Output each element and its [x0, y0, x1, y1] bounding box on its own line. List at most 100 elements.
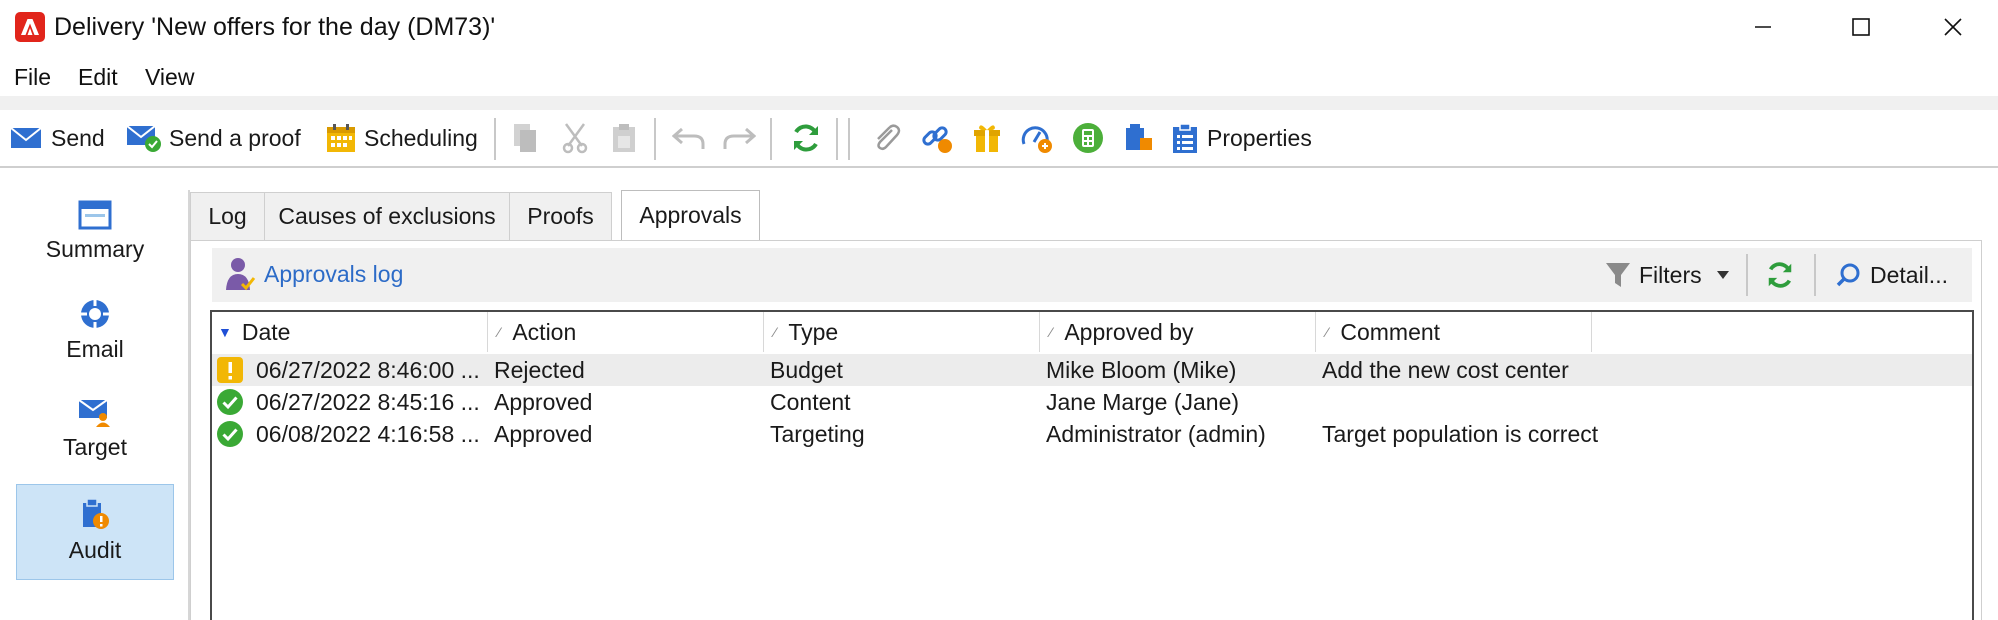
table-row[interactable]: 06/08/2022 4:16:58 ... Approved Targetin… — [212, 418, 1972, 450]
grid-header: ▼ Date ⁄ Action ⁄ Type ⁄ Approved by ⁄ C… — [212, 312, 1972, 352]
minimize-button[interactable] — [1718, 0, 1808, 54]
send-proof-label: Send a proof — [169, 124, 301, 151]
window-title: Delivery 'New offers for the day (DM73)' — [54, 13, 496, 41]
approvals-toolbar: Approvals log Filters Detail... — [212, 248, 1972, 302]
cell-date: 06/27/2022 8:46:00 ... — [216, 354, 486, 386]
search-icon — [1836, 263, 1860, 287]
cut-button[interactable] — [560, 116, 590, 160]
nav-audit[interactable]: Audit — [16, 484, 174, 580]
subtoolbar-separator — [1814, 254, 1816, 296]
tab-approvals[interactable]: Approvals — [621, 190, 760, 240]
nav-target[interactable]: Target — [16, 384, 174, 480]
cell-comment — [1322, 386, 1722, 418]
toolbar: Send Send a proof Scheduling Properties — [0, 110, 1998, 168]
date-value: 06/27/2022 8:46:00 ... — [256, 356, 480, 383]
cell-approved-by: Mike Bloom (Mike) — [1046, 356, 1237, 383]
paste-icon — [613, 124, 635, 152]
properties-icon — [1173, 123, 1197, 153]
nav-summary[interactable]: Summary — [16, 188, 174, 284]
approvals-log-label: Approvals log — [264, 260, 404, 287]
adobe-campaign-icon — [15, 12, 45, 42]
send-button[interactable]: Send — [10, 116, 105, 160]
nav-summary-label: Summary — [45, 236, 145, 262]
filters-label: Filters — [1639, 261, 1702, 288]
title-bar: Delivery 'New offers for the day (DM73)' — [0, 0, 1998, 54]
column-header-date-label: Date — [241, 318, 291, 345]
calendar-icon — [327, 124, 355, 152]
detail-label: Detail... — [1870, 261, 1948, 288]
filter-icon — [1606, 263, 1630, 287]
cell-comment: Target population is correct — [1322, 420, 1599, 447]
column-header-date[interactable]: ▼ Date — [212, 312, 488, 352]
cell-type: Content — [770, 388, 851, 415]
tab-proofs[interactable]: Proofs — [509, 192, 612, 240]
audit-icon — [83, 498, 109, 529]
offers-button[interactable] — [972, 116, 1002, 160]
detail-button[interactable]: Detail... — [1836, 258, 1948, 292]
undo-button[interactable] — [672, 116, 706, 160]
tab-causes-of-exclusions[interactable]: Causes of exclusions — [264, 192, 510, 240]
sort-handle-icon: ⁄ — [1326, 324, 1329, 340]
document-edit-icon — [1126, 124, 1152, 150]
send-icon — [10, 127, 42, 148]
nav-email[interactable]: Email — [16, 286, 174, 382]
analytics-button[interactable] — [1020, 116, 1054, 160]
sort-descending-icon: ▼ — [218, 324, 232, 340]
close-button[interactable] — [1908, 0, 1998, 54]
cell-date: 06/08/2022 4:16:58 ... — [216, 418, 486, 450]
cell-type: Targeting — [770, 420, 865, 447]
calculator-button[interactable] — [1072, 116, 1104, 160]
toolbar-spacer — [0, 96, 1998, 110]
send-proof-icon — [126, 125, 161, 152]
undo-icon — [672, 127, 705, 149]
toolbar-separator — [654, 118, 656, 160]
check-circle-icon — [217, 389, 243, 415]
summary-icon — [78, 200, 112, 230]
menu-edit[interactable]: Edit — [78, 64, 118, 91]
copy-button[interactable] — [510, 116, 540, 160]
send-label: Send — [51, 124, 105, 151]
tracked-links-button[interactable] — [920, 116, 954, 160]
left-navigation: Summary Email Target Audit — [0, 170, 188, 620]
menu-bar: File Edit View — [0, 60, 1998, 96]
filters-button[interactable]: Filters — [1605, 258, 1730, 292]
approvals-log-link[interactable]: Approvals log — [224, 256, 403, 292]
sort-handle-icon: ⁄ — [774, 324, 777, 340]
cell-type: Budget — [770, 356, 843, 383]
send-proof-button[interactable]: Send a proof — [126, 116, 301, 160]
scheduling-label: Scheduling — [364, 124, 478, 151]
column-header-approved-by[interactable]: ⁄ Approved by — [1040, 312, 1316, 352]
cell-date: 06/27/2022 8:45:16 ... — [216, 386, 486, 418]
sort-handle-icon: ⁄ — [1050, 324, 1053, 340]
gift-icon — [974, 125, 1000, 152]
column-header-action[interactable]: ⁄ Action — [488, 312, 764, 352]
properties-label: Properties — [1207, 124, 1312, 151]
menu-view[interactable]: View — [145, 64, 194, 91]
approvals-refresh-button[interactable] — [1765, 258, 1795, 292]
tab-log[interactable]: Log — [190, 192, 265, 240]
refresh-button[interactable] — [790, 116, 822, 160]
attachment-button[interactable] — [870, 116, 902, 160]
calculator-icon — [1073, 123, 1103, 153]
scheduling-button[interactable]: Scheduling — [325, 116, 478, 160]
table-row[interactable]: 06/27/2022 8:46:00 ... Rejected Budget M… — [212, 354, 1972, 386]
paste-button[interactable] — [610, 116, 638, 160]
copy-icon — [514, 124, 536, 152]
cut-icon — [562, 123, 588, 154]
cell-action: Approved — [494, 420, 593, 447]
column-header-comment[interactable]: ⁄ Comment — [1316, 312, 1592, 352]
column-header-type[interactable]: ⁄ Type — [764, 312, 1040, 352]
check-circle-icon — [217, 421, 243, 447]
refresh-icon — [1768, 262, 1792, 288]
maximize-button[interactable] — [1816, 0, 1906, 54]
properties-button[interactable]: Properties — [1170, 116, 1312, 160]
toolbar-separator — [770, 118, 772, 160]
nav-audit-label: Audit — [68, 537, 122, 563]
column-header-comment-label: Comment — [1340, 318, 1441, 345]
menu-file[interactable]: File — [14, 64, 51, 91]
table-row[interactable]: 06/27/2022 8:45:16 ... Approved Content … — [212, 386, 1972, 418]
redo-button[interactable] — [722, 116, 756, 160]
audit-tool-button[interactable] — [1122, 116, 1154, 160]
nav-target-label: Target — [63, 434, 127, 460]
toolbar-separator — [848, 118, 850, 160]
